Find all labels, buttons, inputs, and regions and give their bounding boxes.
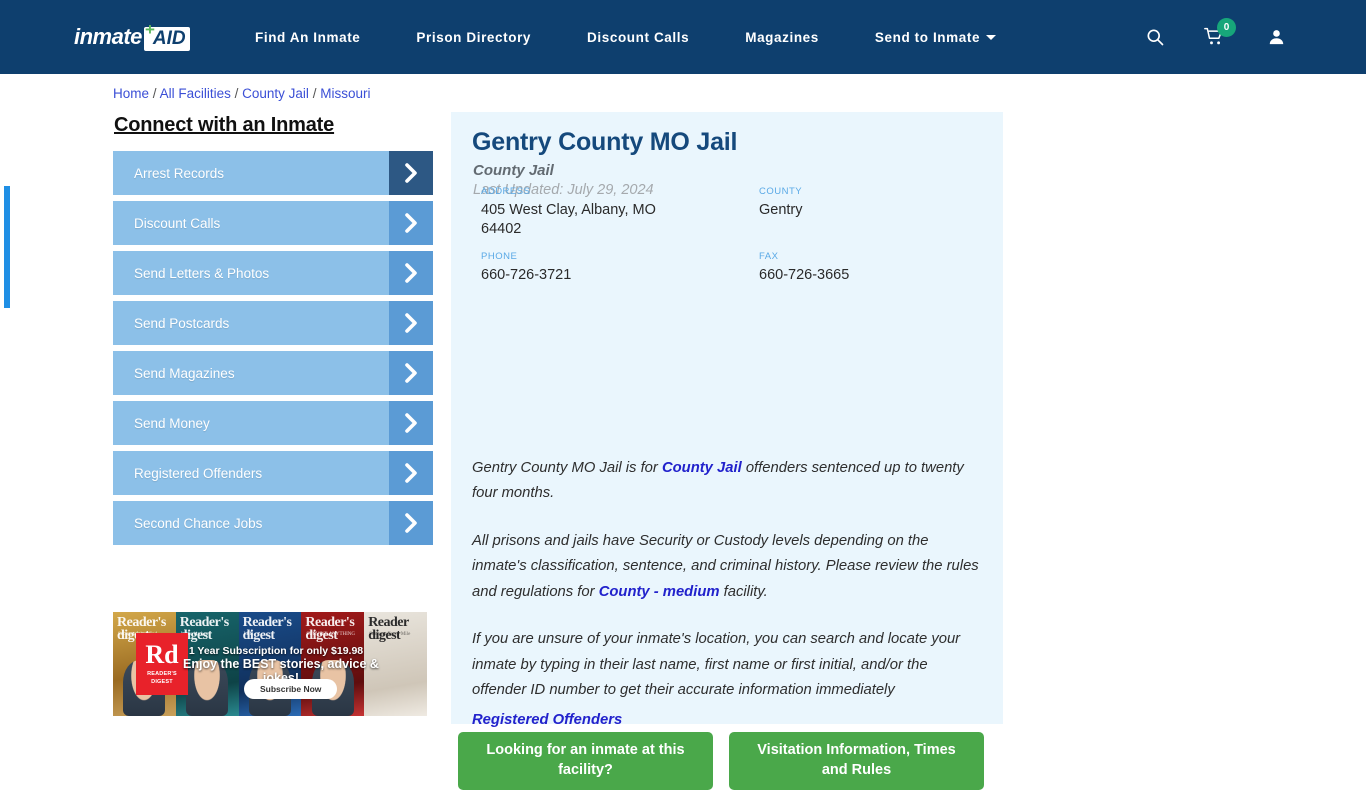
sidebar-item-label: Arrest Records — [134, 165, 225, 181]
info-fax-label: FAX — [759, 251, 779, 262]
user-icon[interactable] — [1267, 27, 1286, 47]
visitation-info-button[interactable]: Visitation Information, Times and Rules — [729, 732, 984, 790]
main-navigation: Find An Inmate Prison Directory Discount… — [255, 0, 997, 74]
breadcrumb-item-missouri[interactable]: Missouri — [320, 86, 370, 101]
info-county-label: COUNTY — [759, 186, 803, 197]
sidebar-item-second-chance-jobs[interactable]: Second Chance Jobs — [113, 501, 433, 545]
facility-type: County Jail — [473, 162, 554, 179]
ad-cover-subtitle: SURVIVE ANYTHING — [306, 632, 356, 637]
facility-description: Gentry County MO Jail is for County Jail… — [472, 456, 986, 728]
description-paragraph-2: All prisons and jails have Security or C… — [472, 529, 986, 605]
sidebar-item-send-money[interactable]: Send Money — [113, 401, 433, 445]
cart-count-badge: 0 — [1217, 18, 1236, 37]
ad-cover-subtitle: Stronger Every Mile — [369, 632, 411, 637]
chevron-right-icon — [389, 501, 433, 545]
paragraph-3-text: If you are unsure of your inmate's locat… — [472, 631, 961, 699]
description-paragraph-1: Gentry County MO Jail is for County Jail… — [472, 456, 986, 507]
sidebar-item-label: Send Postcards — [134, 315, 230, 331]
sidebar-item-label: Second Chance Jobs — [134, 515, 263, 531]
search-icon[interactable] — [1145, 27, 1165, 47]
link-county-medium[interactable]: County - medium — [599, 584, 720, 600]
breadcrumb: Home / All Facilities / County Jail / Mi… — [113, 86, 370, 101]
info-address-label: ADDRESS — [481, 186, 531, 197]
chevron-down-icon — [986, 34, 997, 40]
info-phone: PHONE 660-726-3721 — [481, 251, 671, 285]
cta-button-row: Looking for an inmate at this facility? … — [458, 732, 984, 790]
description-paragraph-3: If you are unsure of your inmate's locat… — [472, 627, 986, 703]
sidebar: Connect with an Inmate Arrest Records Di… — [113, 114, 433, 551]
page-title: Gentry County MO Jail — [472, 128, 738, 156]
info-phone-value: 660-726-3721 — [481, 267, 572, 283]
site-logo[interactable]: inmate + AID — [74, 20, 190, 51]
info-county-value: Gentry — [759, 202, 803, 218]
sidebar-item-registered-offenders[interactable]: Registered Offenders — [113, 451, 433, 495]
info-phone-label: PHONE — [481, 251, 518, 262]
sidebar-item-label: Registered Offenders — [134, 465, 263, 481]
nav-item-discount-calls[interactable]: Discount Calls — [587, 30, 689, 45]
logo-wordmark: inmate — [74, 24, 142, 49]
info-address: ADDRESS 405 West Clay, Albany, MO 64402 — [481, 186, 671, 239]
ad-headline-primary: 1 Year Subscription for only $19.98 — [188, 645, 364, 657]
sidebar-item-label: Send Money — [134, 415, 210, 431]
nav-item-prison-directory[interactable]: Prison Directory — [416, 30, 531, 45]
header-icon-group: 0 — [1145, 0, 1366, 74]
link-county-jail[interactable]: County Jail — [662, 460, 742, 476]
sidebar-title: Connect with an Inmate — [114, 114, 335, 136]
ad-subscribe-button[interactable]: Subscribe Now — [244, 679, 338, 699]
paragraph-1-text-a: Gentry County MO Jail is for — [472, 460, 662, 476]
link-registered-offenders[interactable]: Registered Offenders — [472, 712, 986, 728]
nav-item-find-an-inmate[interactable]: Find An Inmate — [255, 30, 360, 45]
info-county: COUNTY Gentry — [759, 186, 949, 220]
site-header: inmate + AID Find An Inmate Prison Direc… — [0, 0, 1366, 74]
breadcrumb-separator: / — [312, 86, 317, 101]
breadcrumb-item-home[interactable]: Home — [113, 86, 149, 101]
facility-info-block: ADDRESS 405 West Clay, Albany, MO 64402 … — [4, 186, 849, 308]
paragraph-2-text-b: facility. — [719, 583, 768, 600]
breadcrumb-separator: / — [152, 86, 157, 101]
breadcrumb-separator: / — [234, 86, 239, 101]
looking-for-inmate-button[interactable]: Looking for an inmate at this facility? — [458, 732, 713, 790]
ad-cover-subtitle: LEE — [243, 632, 253, 637]
logo-plus-icon: + — [145, 20, 155, 39]
chevron-right-icon — [389, 351, 433, 395]
chevron-right-icon — [389, 401, 433, 445]
sidebar-item-send-magazines[interactable]: Send Magazines — [113, 351, 433, 395]
info-fax: FAX 660-726-3665 — [759, 251, 949, 285]
cart-icon[interactable]: 0 — [1203, 18, 1236, 47]
info-fax-value: 660-726-3665 — [759, 267, 850, 283]
info-address-value: 405 West Clay, Albany, MO 64402 — [481, 202, 656, 237]
nav-item-send-to-inmate[interactable]: Send to Inmate — [874, 29, 997, 45]
nav-item-magazines[interactable]: Magazines — [745, 30, 819, 45]
sidebar-item-label: Send Magazines — [134, 365, 235, 381]
breadcrumb-item-county-jail[interactable]: County Jail — [242, 86, 309, 101]
nav-item-send-to-inmate-label: Send to Inmate — [874, 29, 981, 45]
chevron-right-icon — [389, 451, 433, 495]
advertisement-banner[interactable]: Reader's digest Secrets of the Mind Read… — [113, 612, 427, 716]
breadcrumb-item-all-facilities[interactable]: All Facilities — [160, 86, 231, 101]
